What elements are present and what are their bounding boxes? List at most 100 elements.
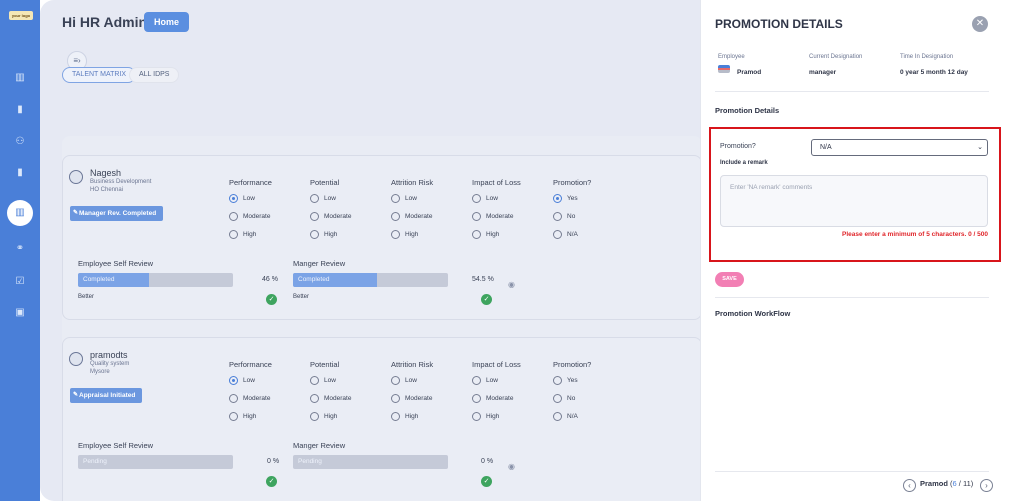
check-icon: ✓ — [481, 476, 492, 487]
promotion-workflow-header: Promotion WorkFlow — [715, 309, 791, 318]
check-icon: ✓ — [481, 294, 492, 305]
promotion-question-label: Promotion? — [720, 143, 756, 150]
prev-employee-button[interactable]: ‹ — [903, 479, 916, 492]
sidebar-item-active[interactable]: ▥ — [7, 200, 33, 226]
self-review-progress: Pending — [78, 455, 233, 469]
pager-current: 6 — [952, 479, 957, 488]
company-logo: your logo — [9, 11, 33, 20]
column-header: Impact of Loss — [472, 360, 521, 369]
divider — [715, 297, 989, 298]
radio-impact-low[interactable]: Low — [472, 376, 498, 385]
radio-impact-high[interactable]: High — [472, 230, 499, 239]
radio-potential-high[interactable]: High — [310, 230, 337, 239]
self-review-percent: 46 % — [262, 276, 278, 283]
eye-icon[interactable]: ◉ — [508, 280, 515, 289]
column-header: Impact of Loss — [472, 178, 521, 187]
self-review-percent: 0 % — [267, 458, 280, 465]
book-icon[interactable]: ▮ — [14, 167, 26, 179]
book-icon[interactable]: ▮ — [14, 104, 26, 116]
radio-performance-moderate[interactable]: Moderate — [229, 212, 270, 221]
self-review-rating: Better — [78, 294, 95, 300]
employee-department: Quality system — [90, 361, 130, 367]
employee-label: Employee — [718, 54, 745, 60]
pager-total: 11 — [962, 479, 971, 488]
radio-performance-high[interactable]: High — [229, 412, 256, 421]
manager-review-progress: Pending — [293, 455, 448, 469]
radio-potential-moderate[interactable]: Moderate — [310, 394, 351, 403]
employee-location: HO Chennai — [90, 187, 124, 193]
radio-impact-moderate[interactable]: Moderate — [472, 394, 513, 403]
self-review-status: Completed — [83, 276, 115, 283]
column-header: Promotion? — [553, 360, 592, 369]
calendar-icon[interactable]: ▣ — [14, 307, 26, 319]
close-icon[interactable]: ✕ — [972, 16, 988, 32]
check-icon: ✓ — [266, 294, 277, 305]
radio-attrition-high[interactable]: High — [391, 412, 418, 421]
promotion-select-value: N/A — [820, 144, 832, 151]
bar-chart-icon[interactable]: ▥ — [14, 72, 26, 84]
radio-promotion-no[interactable]: No — [553, 394, 575, 403]
tab-talent-matrix[interactable]: TALENT MATRIX — [62, 67, 137, 83]
radio-attrition-moderate[interactable]: Moderate — [391, 212, 432, 221]
radio-promotion-yes[interactable]: Yes — [553, 194, 578, 203]
radio-potential-moderate[interactable]: Moderate — [310, 212, 351, 221]
column-header: Attrition Risk — [391, 178, 434, 187]
save-button[interactable]: SAVE — [715, 272, 744, 287]
employee-card: pramodts Quality system Mysore Appraisal… — [62, 337, 700, 501]
bar-chart-icon: ▥ — [15, 207, 25, 218]
tab-all-idps[interactable]: ALL IDPS — [129, 67, 180, 83]
checklist-icon[interactable]: ☑ — [14, 276, 26, 288]
radio-promotion-yes[interactable]: Yes — [553, 376, 578, 385]
employee-location: Mysore — [90, 369, 110, 375]
designation-value: manager — [809, 69, 837, 76]
manager-review-status: Completed — [298, 276, 330, 283]
radio-potential-low[interactable]: Low — [310, 376, 336, 385]
radio-promotion-na[interactable]: N/A — [553, 230, 578, 239]
radio-attrition-low[interactable]: Low — [391, 194, 417, 203]
radio-performance-low[interactable]: Low — [229, 376, 255, 385]
next-employee-button[interactable]: › — [980, 479, 993, 492]
manager-review-percent: 54.5 % — [472, 276, 494, 283]
column-header: Potential — [310, 178, 340, 187]
column-header: Performance — [229, 178, 272, 187]
radio-performance-high[interactable]: High — [229, 230, 256, 239]
radio-impact-low[interactable]: Low — [472, 194, 498, 203]
pager-name: Pramod — [920, 479, 948, 488]
eye-icon[interactable]: ◉ — [508, 462, 515, 471]
pager: Pramod (6 / 11) — [920, 479, 974, 488]
radio-impact-moderate[interactable]: Moderate — [472, 212, 513, 221]
remark-textarea[interactable]: Enter 'NA remark' comments — [720, 175, 988, 227]
employee-avatar — [718, 65, 730, 73]
time-in-designation-label: Time In Designation — [900, 54, 954, 60]
validation-error: Please enter a minimum of 5 characters. … — [842, 231, 988, 238]
radio-attrition-moderate[interactable]: Moderate — [391, 394, 432, 403]
remark-placeholder: Enter 'NA remark' comments — [730, 184, 813, 191]
radio-performance-moderate[interactable]: Moderate — [229, 394, 270, 403]
radio-potential-high[interactable]: High — [310, 412, 337, 421]
radio-promotion-na[interactable]: N/A — [553, 412, 578, 421]
radio-attrition-low[interactable]: Low — [391, 376, 417, 385]
self-review-progress: Completed — [78, 273, 233, 287]
promotion-select[interactable]: N/A ⌄ — [811, 139, 988, 156]
remark-label: Include a remark — [720, 160, 768, 166]
radio-potential-low[interactable]: Low — [310, 194, 336, 203]
avatar — [69, 170, 83, 184]
self-review-header: Employee Self Review — [78, 441, 154, 450]
status-badge: Appraisal Initiated — [70, 388, 143, 403]
users-icon[interactable]: ⚇ — [14, 136, 26, 148]
home-button[interactable]: Home — [144, 12, 189, 32]
radio-attrition-high[interactable]: High — [391, 230, 418, 239]
manager-review-progress: Completed — [293, 273, 448, 287]
column-header: Performance — [229, 360, 272, 369]
radio-promotion-no[interactable]: No — [553, 212, 575, 221]
radio-performance-low[interactable]: Low — [229, 194, 255, 203]
employee-card: Nagesh Business Development HO Chennai M… — [62, 155, 700, 320]
radio-impact-high[interactable]: High — [472, 412, 499, 421]
self-review-status: Pending — [83, 458, 107, 465]
chevron-down-icon: ⌄ — [977, 144, 983, 151]
handshake-icon[interactable]: ⚭ — [14, 243, 26, 255]
main-content: Hi HR Admin Home ≡› TALENT MATRIX ALL ID… — [40, 0, 700, 501]
promotion-details-header: Promotion Details — [715, 106, 780, 115]
employee-department: Business Development — [90, 179, 152, 185]
manager-review-status: Pending — [298, 458, 322, 465]
